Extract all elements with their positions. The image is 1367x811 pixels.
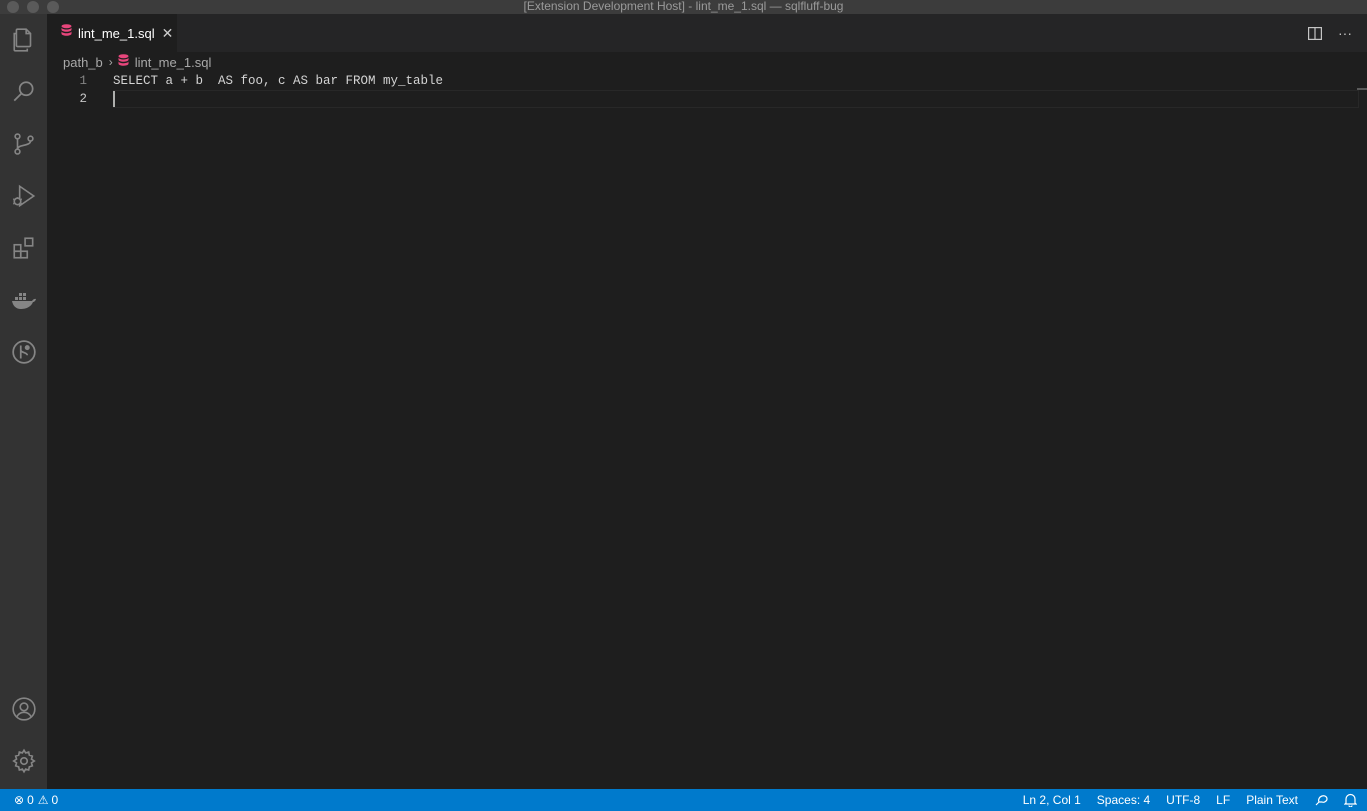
run-debug-icon[interactable] [0,173,47,219]
code-editor[interactable]: 1 SELECT a + b AS foo, c AS bar FROM my_… [47,72,1367,789]
breadcrumb-file[interactable]: lint_me_1.sql [118,54,212,70]
line-code[interactable]: SELECT a + b AS foo, c AS bar FROM my_ta… [113,72,443,90]
tab-label: lint_me_1.sql [78,25,155,41]
docker-icon[interactable] [0,277,47,323]
tab-lint-me-1-sql[interactable]: lint_me_1.sql ✕ [47,14,177,52]
warning-count: 0 [51,793,59,807]
tabs-bar: lint_me_1.sql ✕ ··· [47,14,1367,52]
split-editor-icon[interactable] [1300,18,1330,48]
line-number: 1 [79,74,87,88]
database-icon [61,24,72,42]
status-right: Ln 2, Col 1 Spaces: 4 UTF-8 LF Plain Tex… [1007,789,1357,811]
explorer-icon[interactable] [0,17,47,63]
activity-bar [0,14,47,789]
accounts-icon[interactable] [0,686,47,732]
breadcrumb-file-label: lint_me_1.sql [134,54,212,70]
cursor-position-status[interactable]: Ln 2, Col 1 [1023,793,1081,807]
source-control-icon[interactable] [0,121,47,167]
feedback-icon[interactable] [1314,793,1328,807]
error-count: 0 [27,793,34,807]
status-bar: ⊗ 0 ⚠ 0 Ln 2, Col 1 Spaces: 4 UTF-8 LF P… [0,789,1367,811]
editor-line[interactable]: 1 SELECT a + b AS foo, c AS bar FROM my_… [47,72,1367,90]
eol-status[interactable]: LF [1216,793,1230,807]
editor-line[interactable]: 2 [47,90,1367,108]
more-actions-icon[interactable]: ··· [1330,18,1360,48]
window-title: [Extension Development Host] - lint_me_1… [523,0,844,13]
extensions-icon[interactable] [0,225,47,271]
editor-actions: ··· [1300,14,1367,52]
encoding-status[interactable]: UTF-8 [1166,793,1200,807]
indentation-status[interactable]: Spaces: 4 [1097,793,1150,807]
breadcrumb: path_b › lint_me_1.sql [63,53,211,71]
git-graph-icon[interactable] [0,329,47,375]
status-left: ⊗ 0 ⚠ 0 [14,789,64,811]
breadcrumb-folder[interactable]: path_b [63,55,103,70]
chevron-right-icon: › [108,55,113,69]
close-tab-icon[interactable]: ✕ [162,26,174,40]
warning-icon: ⚠ [37,793,49,807]
settings-gear-icon[interactable] [0,738,47,784]
problems-status[interactable]: ⊗ 0 ⚠ 0 [14,793,58,807]
line-number: 2 [79,92,87,106]
text-cursor [113,91,115,107]
error-icon: ⊗ [14,793,25,807]
language-mode-status[interactable]: Plain Text [1246,793,1298,807]
overview-ruler-mark [1357,88,1367,90]
database-icon [118,54,129,70]
search-icon[interactable] [0,69,47,115]
notifications-bell-icon[interactable] [1344,793,1357,807]
title-bar: [Extension Development Host] - lint_me_1… [0,0,1367,14]
